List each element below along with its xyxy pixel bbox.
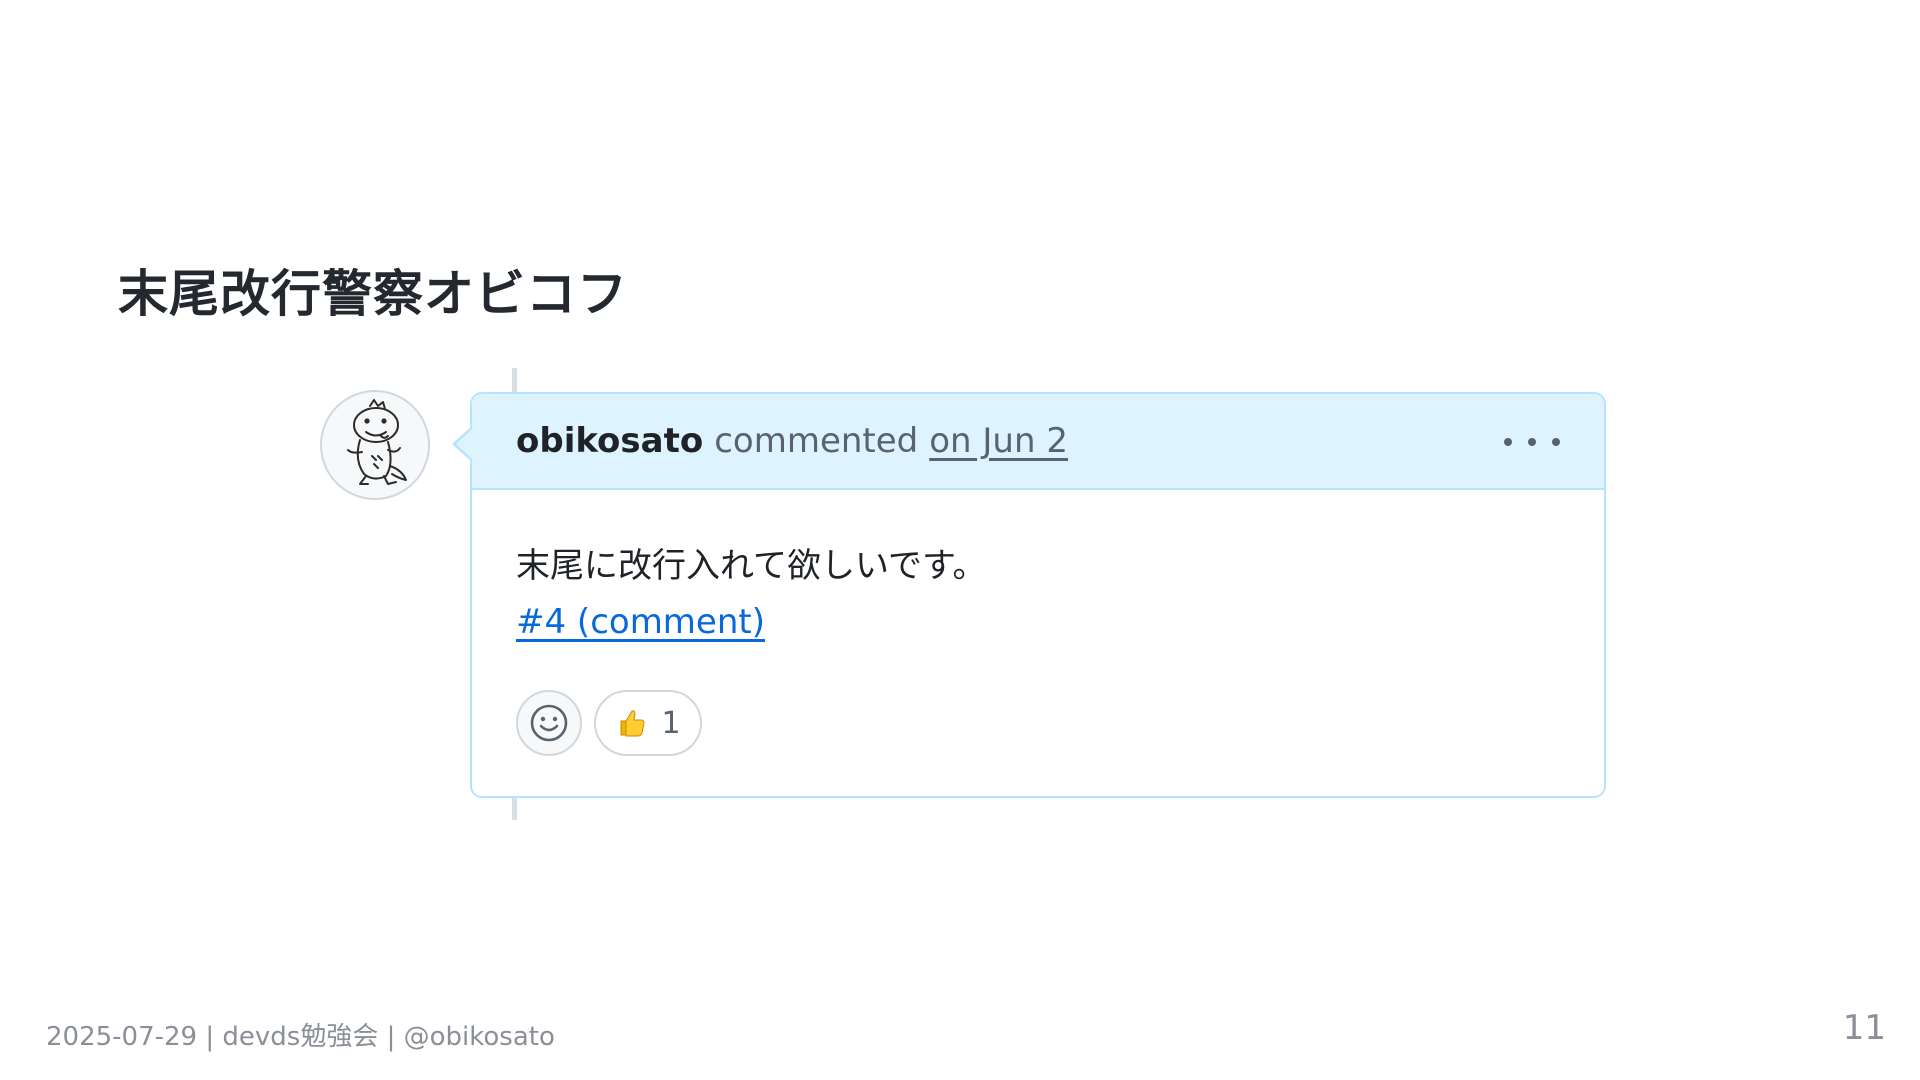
kebab-horizontal-icon bbox=[1504, 438, 1512, 446]
comment-author-link[interactable]: obikosato bbox=[516, 421, 703, 461]
comment-pointer-fill bbox=[456, 428, 473, 460]
slide: 末尾改行警察オビコフ obikosato commented on Jun 2 … bbox=[0, 0, 1920, 1080]
comment-header: obikosato commented on Jun 2 bbox=[472, 394, 1604, 490]
slide-footer: 2025-07-29 | devds勉強会 | @obikosato bbox=[46, 1022, 555, 1052]
add-reaction-button[interactable] bbox=[516, 690, 582, 756]
comment-action-text: commented bbox=[714, 421, 919, 461]
comment-body-text: 末尾に改行入れて欲しいです。 bbox=[516, 546, 987, 586]
more-options-button[interactable] bbox=[1504, 424, 1560, 460]
comment-body: 末尾に改行入れて欲しいです。 #4 (comment) 1 bbox=[472, 490, 1604, 756]
slide-title: 末尾改行警察オビコフ bbox=[118, 265, 628, 323]
comment-timestamp-link[interactable]: on Jun 2 bbox=[929, 421, 1068, 461]
thumbs-up-icon bbox=[620, 710, 645, 737]
comment-reference-link[interactable]: #4 (comment) bbox=[516, 594, 765, 650]
avatar[interactable] bbox=[320, 390, 430, 500]
reaction-count: 1 bbox=[661, 705, 681, 741]
reactions-bar: 1 bbox=[516, 690, 1560, 756]
dinosaur-avatar-icon bbox=[347, 399, 407, 485]
page-number: 11 bbox=[1842, 1008, 1886, 1048]
smiley-icon bbox=[530, 704, 568, 742]
comment-card: obikosato commented on Jun 2 末尾に改行入れて欲しい… bbox=[452, 392, 1606, 798]
thumbs-up-reaction-button[interactable]: 1 bbox=[594, 690, 702, 756]
